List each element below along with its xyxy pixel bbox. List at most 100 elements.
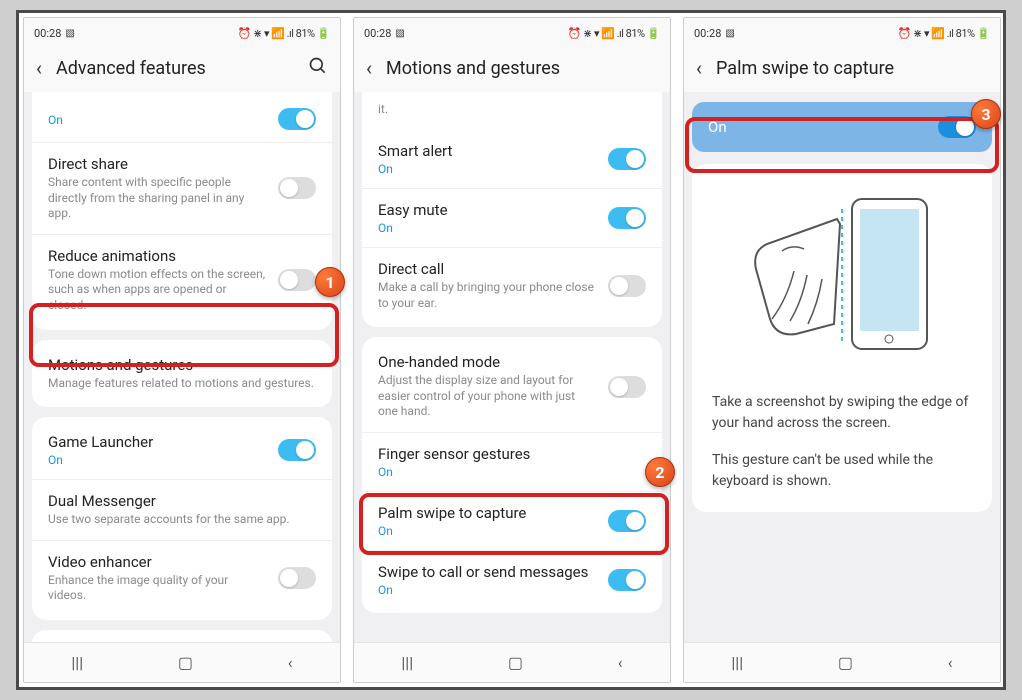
item-title: Game Launcher — [48, 433, 266, 451]
card-sos: Send SOS messages Off — [32, 630, 332, 642]
item-title: Finger sensor gestures — [378, 445, 646, 463]
content: On Direct share Share content with speci… — [24, 92, 340, 642]
card: On Direct share Share content with speci… — [32, 92, 332, 330]
item-title: Video enhancer — [48, 553, 266, 571]
item-reduce-animations[interactable]: Reduce animations Tone down motion effec… — [32, 234, 332, 326]
pic-icon: ▧ — [395, 28, 404, 39]
toggle[interactable] — [608, 275, 646, 297]
nav-home-icon[interactable]: ▢ — [488, 647, 543, 678]
status-on: On — [378, 221, 596, 235]
status-on: On — [48, 113, 266, 127]
nav-back-icon[interactable]: ‹ — [928, 647, 973, 678]
status-bar: 00:28 ▧ ⏰ ⋇ ▾ 📶 .ıl 81% 🔋 — [354, 18, 670, 44]
item-sub: Tone down motion effects on the screen, … — [48, 267, 266, 314]
nav-bar: ||| ▢ ‹ — [684, 642, 1000, 682]
item-swipe-call[interactable]: Swipe to call or send messages On — [362, 550, 662, 609]
nav-back-icon[interactable]: ‹ — [598, 647, 643, 678]
nav-bar: ||| ▢ ‹ — [354, 642, 670, 682]
status-on: On — [378, 162, 596, 176]
item-sos[interactable]: Send SOS messages Off — [32, 634, 332, 642]
card: Game Launcher On Dual Messenger Use two … — [32, 417, 332, 620]
nav-recents-icon[interactable]: ||| — [381, 647, 433, 678]
badge-1: 1 — [315, 267, 345, 297]
phone-3: 00:28▧ ⏰ ⋇ ▾ 📶 .ıl 81% 🔋 ‹ Palm swipe to… — [683, 17, 1001, 683]
page-title: Palm swipe to capture — [716, 58, 988, 79]
toggle[interactable] — [608, 376, 646, 398]
nav-recents-icon[interactable]: ||| — [51, 647, 103, 678]
status-on: On — [378, 583, 596, 597]
status-icons: ⏰ ⋇ ▾ 📶 .ıl 81% 🔋 — [238, 22, 330, 44]
item-title: One-handed mode — [378, 353, 596, 371]
back-icon[interactable]: ‹ — [696, 56, 702, 80]
item-title: Motions and gestures — [48, 356, 316, 374]
nav-home-icon[interactable]: ▢ — [158, 647, 213, 678]
header: ‹ Motions and gestures — [354, 44, 670, 92]
item-title: Swipe to call or send messages — [378, 563, 596, 581]
search-icon[interactable] — [308, 56, 328, 81]
status-bar: 00:28▧ ⏰ ⋇ ▾ 📶 .ıl 81% 🔋 — [684, 18, 1000, 44]
container: 00:28 ▧ ⏰ ⋇ ▾ 📶 .ıl 81% 🔋 ‹ Advanced feat… — [16, 10, 1006, 690]
item-palm-swipe[interactable]: Palm swipe to captureOn — [362, 491, 662, 550]
header: ‹ Advanced features — [24, 44, 340, 92]
back-icon[interactable]: ‹ — [366, 56, 372, 80]
master-toggle-label: On — [708, 118, 727, 136]
status-on: On — [48, 453, 266, 467]
status-on: On — [378, 465, 646, 479]
nav-bar: ||| ▢ ‹ — [24, 642, 340, 682]
back-icon[interactable]: ‹ — [36, 56, 42, 80]
item-sub: Use two separate accounts for the same a… — [48, 512, 316, 528]
nav-home-icon[interactable]: ▢ — [818, 647, 873, 678]
pic-icon: ▧ — [65, 28, 74, 39]
status-time: 00:28 — [694, 27, 721, 40]
item-dual-messenger[interactable]: Dual Messenger Use two separate accounts… — [32, 479, 332, 540]
item-title: Direct share — [48, 155, 266, 173]
status-icons: ⏰ ⋇ ▾ 📶 .ıl 81% 🔋 — [568, 22, 660, 44]
item-sub: Manage features related to motions and g… — [48, 376, 316, 392]
item-finger-sensor[interactable]: Finger sensor gestures On — [362, 432, 662, 491]
nav-recents-icon[interactable]: ||| — [711, 647, 763, 678]
toggle[interactable] — [278, 269, 316, 291]
status-time: 00:28 — [364, 27, 391, 40]
item-sub: Share content with specific people direc… — [48, 175, 266, 222]
toggle[interactable] — [608, 510, 646, 532]
header: ‹ Palm swipe to capture — [684, 44, 1000, 92]
item-direct-call[interactable]: Direct callMake a call by bringing your … — [362, 247, 662, 323]
item-sub-partial: it. — [362, 96, 662, 130]
toggle[interactable] — [608, 569, 646, 591]
toggle[interactable] — [278, 567, 316, 589]
status-on: On — [378, 524, 596, 538]
badge-2: 2 — [645, 457, 675, 487]
master-toggle-row[interactable]: On — [692, 102, 992, 152]
desc-line-2: This gesture can't be used while the key… — [712, 450, 972, 492]
item-direct-share[interactable]: Direct share Share content with specific… — [32, 142, 332, 234]
item-sub: Enhance the image quality of your videos… — [48, 573, 266, 604]
content: On — [684, 92, 1000, 642]
toggle[interactable] — [278, 439, 316, 461]
item-title: Easy mute — [378, 201, 596, 219]
phone-2: 00:28 ▧ ⏰ ⋇ ▾ 📶 .ıl 81% 🔋 ‹ Motions and g… — [353, 17, 671, 683]
toggle[interactable] — [278, 177, 316, 199]
card: One-handed modeAdjust the display size a… — [362, 337, 662, 613]
item-easy-mute[interactable]: Easy mute On — [362, 188, 662, 247]
nav-back-icon[interactable]: ‹ — [268, 647, 313, 678]
card-motions: Motions and gestures Manage features rel… — [32, 340, 332, 408]
item-game-launcher[interactable]: Game Launcher On — [32, 421, 332, 479]
desc-line-1: Take a screenshot by swiping the edge of… — [712, 392, 972, 434]
status-bar: 00:28▧ ⏰ ⋇ ▾ 📶 .ıl 81% 🔋 — [24, 18, 340, 44]
item-motions-gestures[interactable]: Motions and gestures Manage features rel… — [32, 344, 332, 404]
item-smart-alert[interactable]: Smart alertOn — [362, 130, 662, 188]
palm-swipe-illustration — [712, 184, 972, 374]
master-toggle[interactable] — [938, 116, 976, 138]
item-video-enhancer[interactable]: Video enhancer Enhance the image quality… — [32, 540, 332, 616]
item-partial[interactable]: On — [32, 96, 332, 142]
toggle[interactable] — [278, 108, 316, 130]
badge-3: 3 — [971, 99, 1001, 129]
toggle[interactable] — [608, 148, 646, 170]
item-title: Reduce animations — [48, 247, 266, 265]
card: it. Smart alertOn Easy mute On Direct cal… — [362, 92, 662, 327]
item-title: Direct call — [378, 260, 596, 278]
toggle[interactable] — [608, 207, 646, 229]
status-icons: ⏰ ⋇ ▾ 📶 .ıl 81% 🔋 — [898, 22, 990, 44]
content: it. Smart alertOn Easy mute On Direct cal… — [354, 92, 670, 642]
item-one-handed[interactable]: One-handed modeAdjust the display size a… — [362, 341, 662, 432]
